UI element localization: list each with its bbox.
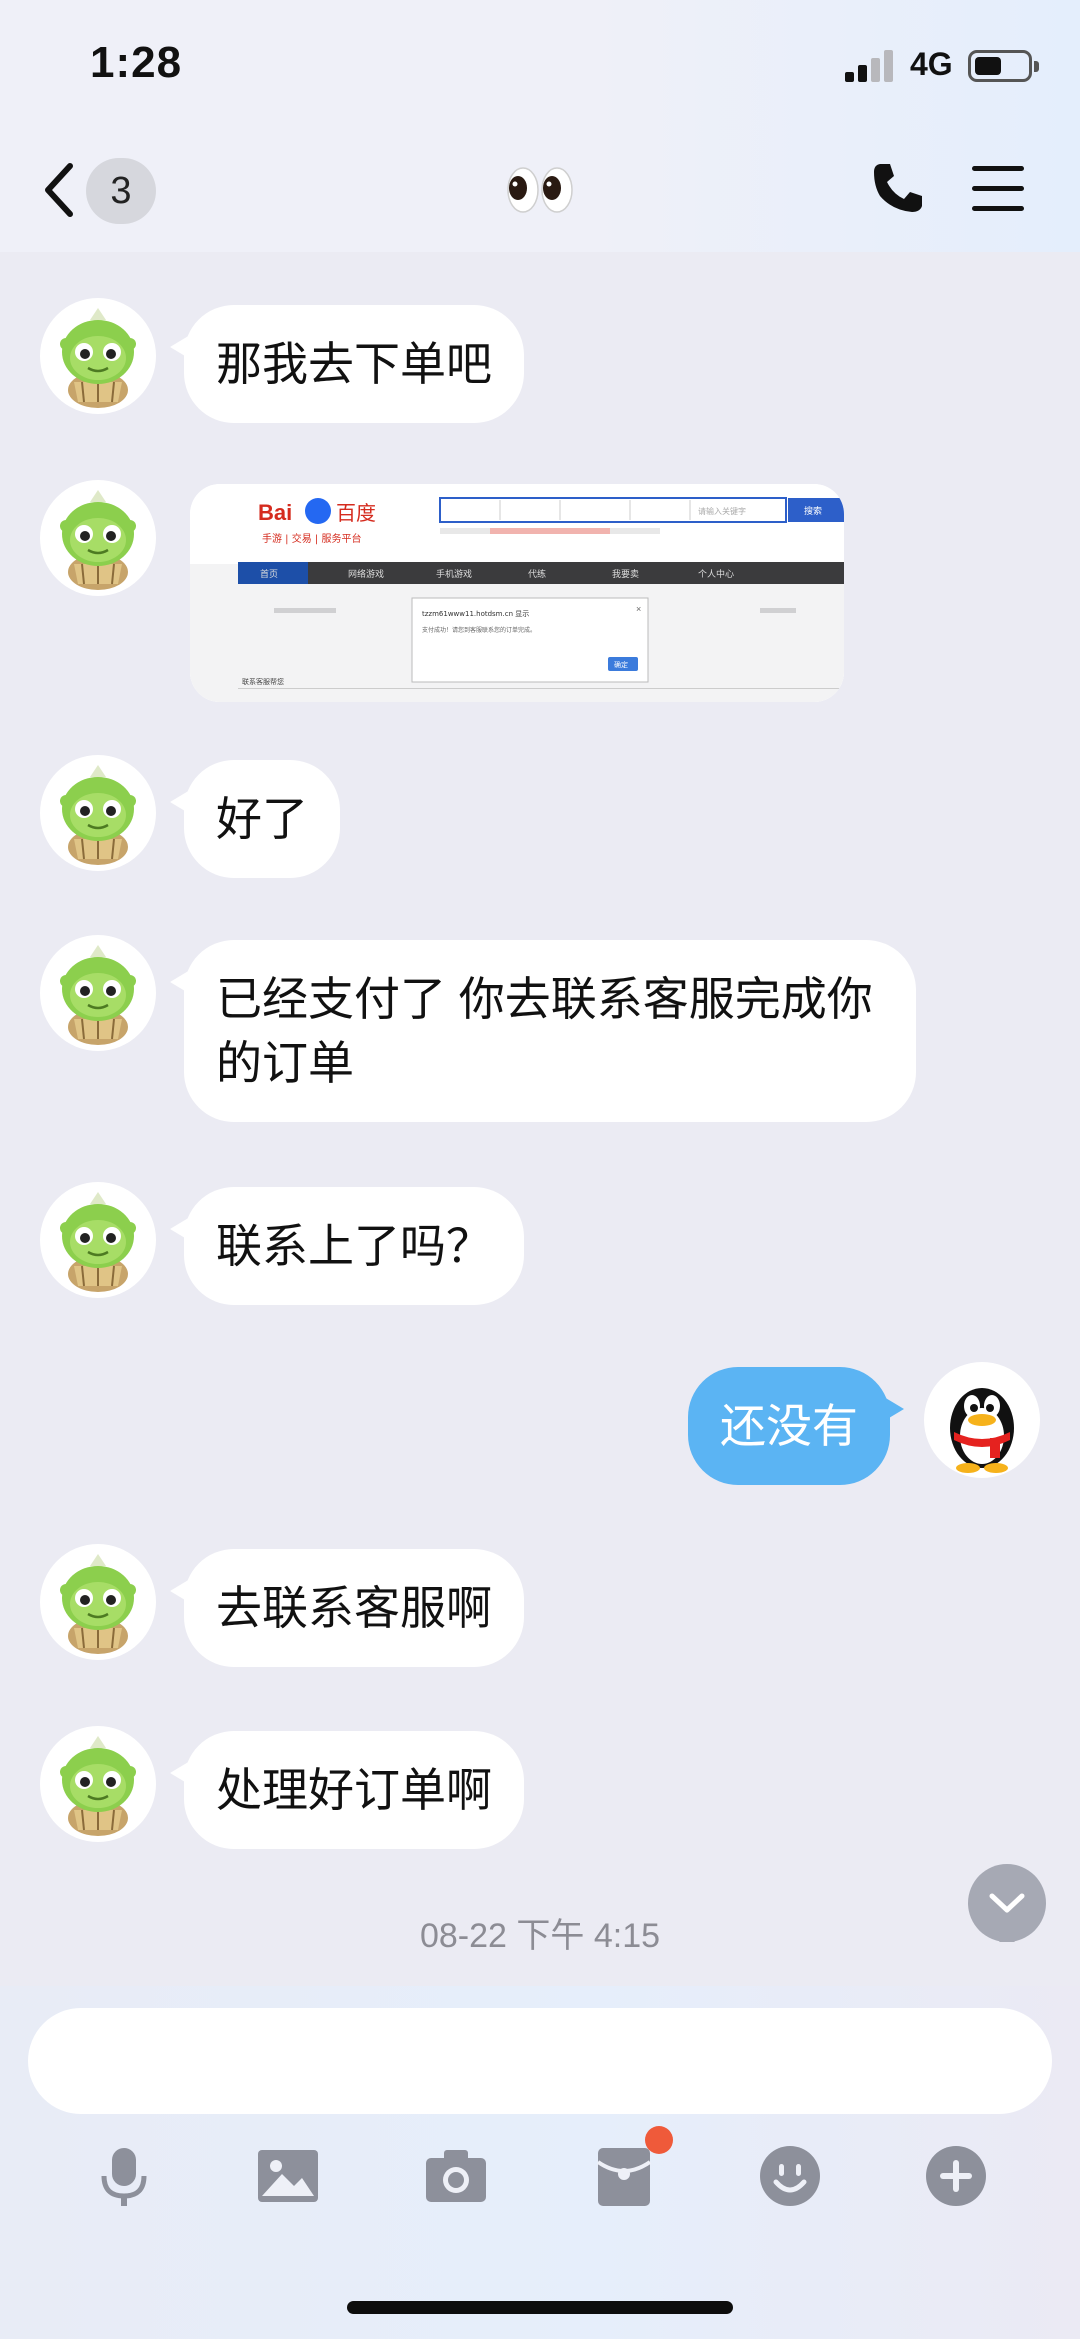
thumb-search-button: 搜索 <box>804 505 822 517</box>
thumb-dialog-button: 确定 <box>614 660 628 669</box>
image-message[interactable]: Bai 百度 手游 | 交易 | 服务平台 请输入关键字 搜索 首页 网络游戏 … <box>190 484 844 702</box>
unread-count-badge[interactable]: 3 <box>86 158 156 224</box>
svg-text:Bai: Bai <box>258 500 292 525</box>
red-packet-icon[interactable] <box>592 2144 656 2208</box>
thumb-nav-item: 我要卖 <box>612 569 639 580</box>
battery-icon <box>968 50 1039 82</box>
friend-avatar[interactable] <box>40 298 156 414</box>
message-bubble[interactable]: 那我去下单吧 <box>170 305 524 423</box>
message-input[interactable] <box>28 2008 1052 2114</box>
message-bubble[interactable]: 处理好订单啊 <box>170 1731 524 1849</box>
plus-icon[interactable] <box>924 2144 988 2208</box>
svg-text:×: × <box>636 604 641 614</box>
thumb-footer-text: 联系客服帮您 <box>242 677 284 686</box>
friend-avatar[interactable] <box>40 755 156 871</box>
my-avatar-penguin[interactable] <box>924 1362 1040 1478</box>
friend-avatar[interactable] <box>40 1182 156 1298</box>
thumb-nav-item: 代练 <box>528 568 546 580</box>
friend-avatar[interactable] <box>40 1726 156 1842</box>
message-bubble[interactable]: 好了 <box>170 760 340 878</box>
thumb-nav-item: 首页 <box>260 568 278 580</box>
thumb-dialog-title: tzzm61www11.hotdsm.cn 显示 <box>422 610 529 618</box>
message-timestamp: 08-22 下午 4:15 <box>419 1917 661 1955</box>
message-bubble[interactable]: 已经支付了 你去联系客服完成你的订单 <box>170 940 916 1122</box>
thumb-search-placeholder: 请输入关键字 <box>698 506 746 516</box>
mic-icon[interactable] <box>92 2144 156 2208</box>
scroll-to-bottom-button[interactable] <box>968 1864 1046 1950</box>
friend-avatar[interactable] <box>40 935 156 1051</box>
chevron-down-icon <box>989 1893 1025 1950</box>
eyes-emoji-title <box>507 167 573 213</box>
phone-icon[interactable] <box>870 160 926 216</box>
screenshot-thumbnail: Bai 百度 手游 | 交易 | 服务平台 请输入关键字 搜索 首页 网络游戏 … <box>190 484 844 702</box>
friend-avatar[interactable] <box>40 480 156 596</box>
sent-message-bubble[interactable]: 还没有 <box>688 1367 904 1485</box>
thumb-logo-text: 百度 <box>336 501 376 525</box>
image-icon[interactable] <box>256 2144 320 2208</box>
thumb-nav-item: 手机游戏 <box>436 568 472 580</box>
thumb-nav-item: 个人中心 <box>698 568 734 580</box>
signal-icon <box>845 50 897 82</box>
thumb-logo-subtitle: 手游 | 交易 | 服务平台 <box>262 532 361 545</box>
network-type: 4G <box>910 46 953 82</box>
back-icon[interactable] <box>42 160 76 220</box>
menu-icon[interactable] <box>972 166 1024 212</box>
message-bubble[interactable]: 联系上了吗？ <box>170 1187 524 1305</box>
notification-dot <box>645 2126 673 2154</box>
thumb-dialog-text: 支付成功！请您到客服联系您的订单完成。 <box>422 626 536 634</box>
message-bubble[interactable]: 去联系客服啊 <box>170 1549 524 1667</box>
status-time: 1:28 <box>90 38 183 87</box>
friend-avatar[interactable] <box>40 1544 156 1660</box>
thumb-nav-item: 网络游戏 <box>348 568 384 580</box>
home-indicator <box>347 2301 733 2314</box>
emoji-icon[interactable] <box>758 2144 822 2208</box>
camera-icon[interactable] <box>424 2144 488 2208</box>
